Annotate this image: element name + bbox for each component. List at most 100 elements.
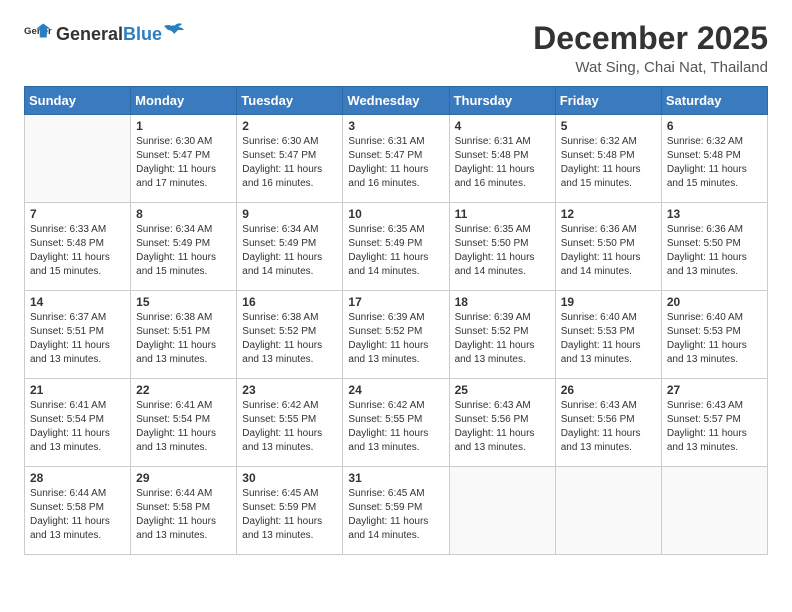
day-number: 21 <box>30 383 125 397</box>
day-info: Sunrise: 6:34 AMSunset: 5:49 PMDaylight:… <box>242 223 337 279</box>
weekday-header-friday: Friday <box>555 87 661 115</box>
day-number: 26 <box>561 383 656 397</box>
day-info: Sunrise: 6:33 AMSunset: 5:48 PMDaylight:… <box>30 223 125 279</box>
weekday-header-wednesday: Wednesday <box>343 87 449 115</box>
calendar-table: SundayMondayTuesdayWednesdayThursdayFrid… <box>24 86 768 555</box>
calendar-cell: 2Sunrise: 6:30 AMSunset: 5:47 PMDaylight… <box>237 115 343 203</box>
logo-icon: General <box>24 20 52 48</box>
day-info: Sunrise: 6:43 AMSunset: 5:57 PMDaylight:… <box>667 399 762 455</box>
day-info: Sunrise: 6:32 AMSunset: 5:48 PMDaylight:… <box>561 135 656 191</box>
weekday-header-thursday: Thursday <box>449 87 555 115</box>
day-info: Sunrise: 6:43 AMSunset: 5:56 PMDaylight:… <box>455 399 550 455</box>
day-number: 17 <box>348 295 443 309</box>
day-number: 12 <box>561 207 656 221</box>
calendar-cell: 11 Sunrise: 6:35 AMSunset: 5:50 PMDayligh… <box>449 203 555 291</box>
calendar-week-row: 7 Sunrise: 6:33 AMSunset: 5:48 PMDaylight… <box>25 203 768 291</box>
day-number: 19 <box>561 295 656 309</box>
day-info: Sunrise: 6:39 AMSunset: 5:52 PMDaylight:… <box>348 311 443 367</box>
calendar-cell: 28 Sunrise: 6:44 AMSunset: 5:58 PMDayligh… <box>25 467 131 555</box>
calendar-cell: 5 Sunrise: 6:32 AMSunset: 5:48 PMDaylight… <box>555 115 661 203</box>
day-info: Sunrise: 6:42 AMSunset: 5:55 PMDaylight:… <box>348 399 443 455</box>
calendar-cell: 8Sunrise: 6:34 AMSunset: 5:49 PMDaylight… <box>131 203 237 291</box>
day-number: 11 <box>455 207 550 221</box>
logo-bird-icon <box>164 20 184 40</box>
day-number: 10 <box>348 207 443 221</box>
calendar-cell: 16 Sunrise: 6:38 AMSunset: 5:52 PMDayligh… <box>237 291 343 379</box>
calendar-cell: 15 Sunrise: 6:38 AMSunset: 5:51 PMDayligh… <box>131 291 237 379</box>
logo: General General Blue <box>24 20 184 48</box>
day-info: Sunrise: 6:45 AMSunset: 5:59 PMDaylight:… <box>348 487 443 543</box>
day-number: 29 <box>136 471 231 485</box>
calendar-week-row: 21Sunrise: 6:41 AMSunset: 5:54 PMDayligh… <box>25 379 768 467</box>
calendar-cell: 22Sunrise: 6:41 AMSunset: 5:54 PMDayligh… <box>131 379 237 467</box>
calendar-cell: 4Sunrise: 6:31 AMSunset: 5:48 PMDaylight… <box>449 115 555 203</box>
calendar-cell: 27 Sunrise: 6:43 AMSunset: 5:57 PMDayligh… <box>661 379 767 467</box>
calendar-cell: 24 Sunrise: 6:42 AMSunset: 5:55 PMDayligh… <box>343 379 449 467</box>
day-number: 30 <box>242 471 337 485</box>
weekday-header-sunday: Sunday <box>25 87 131 115</box>
calendar-cell: 29 Sunrise: 6:44 AMSunset: 5:58 PMDayligh… <box>131 467 237 555</box>
day-number: 4 <box>455 119 550 133</box>
calendar-cell: 9Sunrise: 6:34 AMSunset: 5:49 PMDaylight… <box>237 203 343 291</box>
day-number: 13 <box>667 207 762 221</box>
calendar-cell: 17 Sunrise: 6:39 AMSunset: 5:52 PMDayligh… <box>343 291 449 379</box>
day-info: Sunrise: 6:30 AMSunset: 5:47 PMDaylight:… <box>242 135 337 191</box>
day-info: Sunrise: 6:44 AMSunset: 5:58 PMDaylight:… <box>30 487 125 543</box>
day-info: Sunrise: 6:38 AMSunset: 5:52 PMDaylight:… <box>242 311 337 367</box>
day-info: Sunrise: 6:36 AMSunset: 5:50 PMDaylight:… <box>561 223 656 279</box>
day-info: Sunrise: 6:38 AMSunset: 5:51 PMDaylight:… <box>136 311 231 367</box>
day-info: Sunrise: 6:32 AMSunset: 5:48 PMDaylight:… <box>667 135 762 191</box>
day-info: Sunrise: 6:36 AMSunset: 5:50 PMDaylight:… <box>667 223 762 279</box>
calendar-week-row: 14Sunrise: 6:37 AMSunset: 5:51 PMDayligh… <box>25 291 768 379</box>
day-number: 23 <box>242 383 337 397</box>
calendar-cell: 19 Sunrise: 6:40 AMSunset: 5:53 PMDayligh… <box>555 291 661 379</box>
weekday-header-tuesday: Tuesday <box>237 87 343 115</box>
day-info: Sunrise: 6:39 AMSunset: 5:52 PMDaylight:… <box>455 311 550 367</box>
day-number: 5 <box>561 119 656 133</box>
day-info: Sunrise: 6:42 AMSunset: 5:55 PMDaylight:… <box>242 399 337 455</box>
day-number: 6 <box>667 119 762 133</box>
title-block: December 2025 Wat Sing, Chai Nat, Thaila… <box>533 20 768 76</box>
day-info: Sunrise: 6:44 AMSunset: 5:58 PMDaylight:… <box>136 487 231 543</box>
day-number: 8 <box>136 207 231 221</box>
calendar-cell: 18 Sunrise: 6:39 AMSunset: 5:52 PMDayligh… <box>449 291 555 379</box>
day-number: 18 <box>455 295 550 309</box>
day-info: Sunrise: 6:37 AMSunset: 5:51 PMDaylight:… <box>30 311 125 367</box>
calendar-week-row: 28 Sunrise: 6:44 AMSunset: 5:58 PMDayligh… <box>25 467 768 555</box>
day-number: 20 <box>667 295 762 309</box>
day-number: 28 <box>30 471 125 485</box>
calendar-cell: 7 Sunrise: 6:33 AMSunset: 5:48 PMDaylight… <box>25 203 131 291</box>
calendar-cell: 10 Sunrise: 6:35 AMSunset: 5:49 PMDayligh… <box>343 203 449 291</box>
day-number: 25 <box>455 383 550 397</box>
day-number: 16 <box>242 295 337 309</box>
location-subtitle: Wat Sing, Chai Nat, Thailand <box>533 59 768 76</box>
calendar-cell: 1 Sunrise: 6:30 AMSunset: 5:47 PMDaylight… <box>131 115 237 203</box>
day-info: Sunrise: 6:40 AMSunset: 5:53 PMDaylight:… <box>561 311 656 367</box>
calendar-cell <box>449 467 555 555</box>
calendar-cell <box>25 115 131 203</box>
day-number: 24 <box>348 383 443 397</box>
day-number: 7 <box>30 207 125 221</box>
day-number: 27 <box>667 383 762 397</box>
day-number: 3 <box>348 119 443 133</box>
calendar-header-row: SundayMondayTuesdayWednesdayThursdayFrid… <box>25 87 768 115</box>
calendar-cell: 31 Sunrise: 6:45 AMSunset: 5:59 PMDayligh… <box>343 467 449 555</box>
calendar-cell: 20 Sunrise: 6:40 AMSunset: 5:53 PMDayligh… <box>661 291 767 379</box>
logo-text-blue: Blue <box>123 24 162 45</box>
day-info: Sunrise: 6:30 AMSunset: 5:47 PMDaylight:… <box>136 135 231 191</box>
header: General General Blue December 2025 Wat S… <box>24 20 768 76</box>
day-number: 1 <box>136 119 231 133</box>
day-info: Sunrise: 6:31 AMSunset: 5:47 PMDaylight:… <box>348 135 443 191</box>
day-info: Sunrise: 6:40 AMSunset: 5:53 PMDaylight:… <box>667 311 762 367</box>
calendar-cell: 21Sunrise: 6:41 AMSunset: 5:54 PMDayligh… <box>25 379 131 467</box>
calendar-week-row: 1 Sunrise: 6:30 AMSunset: 5:47 PMDaylight… <box>25 115 768 203</box>
calendar-cell: 30Sunrise: 6:45 AMSunset: 5:59 PMDayligh… <box>237 467 343 555</box>
calendar-cell: 25 Sunrise: 6:43 AMSunset: 5:56 PMDayligh… <box>449 379 555 467</box>
weekday-header-monday: Monday <box>131 87 237 115</box>
calendar-cell <box>661 467 767 555</box>
day-number: 15 <box>136 295 231 309</box>
day-info: Sunrise: 6:35 AMSunset: 5:49 PMDaylight:… <box>348 223 443 279</box>
day-info: Sunrise: 6:35 AMSunset: 5:50 PMDaylight:… <box>455 223 550 279</box>
weekday-header-saturday: Saturday <box>661 87 767 115</box>
day-number: 31 <box>348 471 443 485</box>
